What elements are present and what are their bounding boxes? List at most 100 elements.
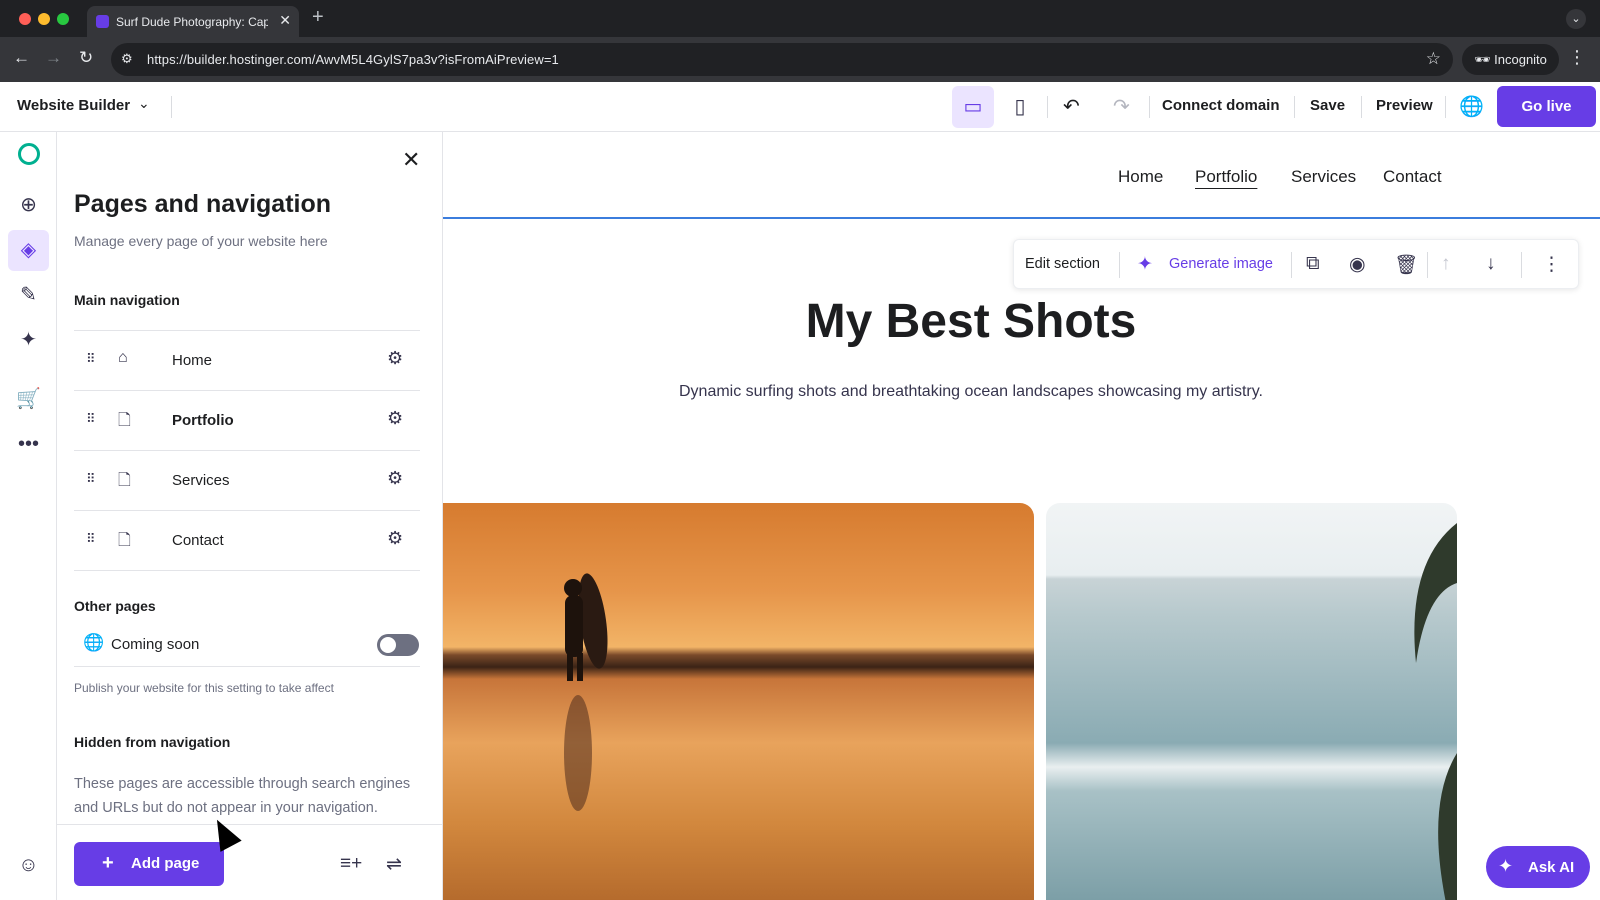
- bookmark-star-icon[interactable]: ☆: [1426, 49, 1441, 69]
- move-down-icon[interactable]: ↓: [1486, 253, 1496, 275]
- layers-icon[interactable]: ◈: [8, 230, 49, 271]
- website-builder-menu[interactable]: Website Builder: [17, 97, 130, 114]
- palm-frond: [1414, 523, 1457, 900]
- website-canvas[interactable]: Home Portfolio Services Contact Edit sec…: [443, 132, 1600, 900]
- publish-note: Publish your website for this setting to…: [74, 681, 334, 695]
- panel-title: Pages and navigation: [74, 190, 332, 218]
- more-options-icon[interactable]: ⋮: [1542, 253, 1561, 276]
- design-icon[interactable]: ✎: [8, 275, 49, 316]
- undo-icon[interactable]: ↶: [1063, 94, 1080, 119]
- ocean-surfers-photo[interactable]: [1046, 503, 1457, 900]
- site-nav-portfolio[interactable]: Portfolio: [1195, 167, 1257, 187]
- store-icon[interactable]: 🛒: [8, 379, 49, 420]
- redo-icon[interactable]: ↷: [1113, 94, 1130, 119]
- address-bar[interactable]: ⚙ https://builder.hostinger.com/AwvM5L4G…: [111, 43, 1453, 76]
- divider: [1521, 252, 1522, 278]
- page-settings-gear-icon[interactable]: ⚙: [387, 348, 403, 369]
- site-nav-contact[interactable]: Contact: [1383, 167, 1442, 187]
- generate-image-button[interactable]: Generate image: [1169, 256, 1273, 272]
- edit-section-button[interactable]: Edit section: [1025, 256, 1100, 272]
- divider: [1149, 96, 1150, 118]
- add-list-icon[interactable]: ≡+: [340, 853, 362, 875]
- maximize-window-button[interactable]: [57, 13, 69, 25]
- incognito-icon: 🕶: [1474, 52, 1491, 67]
- toggle-knob: [380, 637, 396, 653]
- nav-page-row-home[interactable]: ⠿ ⌂ Home ⚙: [74, 330, 420, 390]
- move-up-icon[interactable]: ↑: [1441, 253, 1451, 275]
- other-pages-heading: Other pages: [74, 598, 156, 614]
- page-settings-gear-icon[interactable]: ⚙: [387, 408, 403, 429]
- site-info-icon[interactable]: ⚙: [121, 51, 133, 67]
- tab-search-icon[interactable]: ⌄: [1566, 9, 1586, 29]
- divider: [1445, 96, 1446, 118]
- add-element-icon[interactable]: ⊕: [8, 185, 49, 226]
- ask-ai-button[interactable]: ✦ Ask AI: [1486, 846, 1590, 888]
- reload-icon[interactable]: ↻: [79, 48, 93, 68]
- section-edit-toolbar: Edit section ✦ Generate image ⧉ ◉ 🗑 ↑ ↓ …: [1013, 239, 1579, 289]
- drag-handle-icon[interactable]: ⠿: [86, 531, 95, 547]
- divider: [74, 570, 420, 571]
- add-link-icon[interactable]: ⇌: [386, 853, 402, 876]
- drag-handle-icon[interactable]: ⠿: [86, 351, 95, 367]
- globe-icon: 🌐: [83, 633, 105, 652]
- surfer-sunset-photo[interactable]: [443, 503, 1034, 900]
- ai-tools-icon[interactable]: ✦: [8, 320, 49, 361]
- plus-icon: +: [102, 852, 114, 874]
- nav-page-label: Portfolio: [172, 412, 234, 429]
- divider: [1047, 96, 1048, 118]
- close-window-button[interactable]: [19, 13, 31, 25]
- drag-handle-icon[interactable]: ⠿: [86, 471, 95, 487]
- go-live-button[interactable]: Go live: [1497, 86, 1596, 127]
- url-text[interactable]: https://builder.hostinger.com/AwvM5L4Gyl…: [147, 52, 559, 67]
- mobile-view-button[interactable]: ▯: [999, 86, 1041, 128]
- hostinger-favicon-icon: [96, 15, 109, 28]
- browser-toolbar: ← → ↻ ⚙ https://builder.hostinger.com/Aw…: [0, 37, 1600, 82]
- incognito-badge[interactable]: 🕶 Incognito: [1462, 44, 1559, 75]
- add-page-button[interactable]: + Add page: [74, 842, 224, 886]
- ask-ai-label: Ask AI: [1528, 859, 1575, 876]
- browser-menu-icon[interactable]: ⋮: [1568, 47, 1586, 68]
- forward-arrow-icon[interactable]: →: [45, 48, 62, 68]
- divider: [171, 96, 172, 118]
- page-icon: 🗋: [118, 532, 131, 549]
- save-button[interactable]: Save: [1310, 97, 1345, 114]
- duplicate-icon[interactable]: ⧉: [1306, 253, 1320, 275]
- page-settings-gear-icon[interactable]: ⚙: [387, 528, 403, 549]
- hostinger-ai-logo-icon[interactable]: [18, 143, 40, 165]
- page-settings-gear-icon[interactable]: ⚙: [387, 468, 403, 489]
- trash-icon[interactable]: 🗑: [1394, 253, 1418, 277]
- nav-page-row-services[interactable]: ⠿ 🗋 Services ⚙: [74, 450, 420, 510]
- nav-page-label: Home: [172, 352, 213, 369]
- more-icon[interactable]: •••: [8, 424, 49, 465]
- desktop-view-button[interactable]: ▭: [952, 86, 994, 128]
- connect-domain-button[interactable]: Connect domain: [1162, 97, 1280, 114]
- drag-handle-icon[interactable]: ⠿: [86, 411, 95, 427]
- divider: [1119, 252, 1120, 278]
- preview-button[interactable]: Preview: [1376, 97, 1433, 114]
- browser-tab[interactable]: Surf Dude Photography: Cap ✕: [87, 6, 299, 37]
- site-nav-home[interactable]: Home: [1118, 167, 1163, 187]
- hero-subtitle[interactable]: Dynamic surfing shots and breathtaking o…: [606, 380, 1336, 404]
- coming-soon-toggle[interactable]: [377, 634, 419, 656]
- divider: [1361, 96, 1362, 118]
- nav-page-row-portfolio[interactable]: ⠿ 🗋 Portfolio ⚙: [74, 390, 420, 450]
- minimize-window-button[interactable]: [38, 13, 50, 25]
- nav-page-row-contact[interactable]: ⠿ 🗋 Contact ⚙: [74, 510, 420, 570]
- help-assistant-icon[interactable]: ☺: [8, 845, 49, 886]
- close-icon[interactable]: ✕: [402, 147, 420, 173]
- hero-title[interactable]: My Best Shots: [443, 294, 1499, 349]
- tab-close-icon[interactable]: ✕: [279, 12, 291, 29]
- add-page-label: Add page: [131, 855, 200, 872]
- hidden-navigation-description: These pages are accessible through searc…: [74, 776, 411, 816]
- chevron-down-icon[interactable]: ⌄: [138, 95, 150, 112]
- site-nav-services[interactable]: Services: [1291, 167, 1356, 187]
- site-header[interactable]: Home Portfolio Services Contact: [443, 132, 1600, 219]
- hidden-navigation-heading: Hidden from navigation: [74, 734, 231, 750]
- nav-page-label: Contact: [172, 532, 224, 549]
- globe-icon[interactable]: 🌐: [1459, 94, 1484, 119]
- divider: [1294, 96, 1295, 118]
- new-tab-button[interactable]: +: [312, 7, 324, 27]
- back-arrow-icon[interactable]: ←: [13, 48, 30, 68]
- eye-icon[interactable]: ◉: [1349, 253, 1366, 276]
- browser-tab-bar: Surf Dude Photography: Cap ✕ + ⌄: [0, 0, 1600, 37]
